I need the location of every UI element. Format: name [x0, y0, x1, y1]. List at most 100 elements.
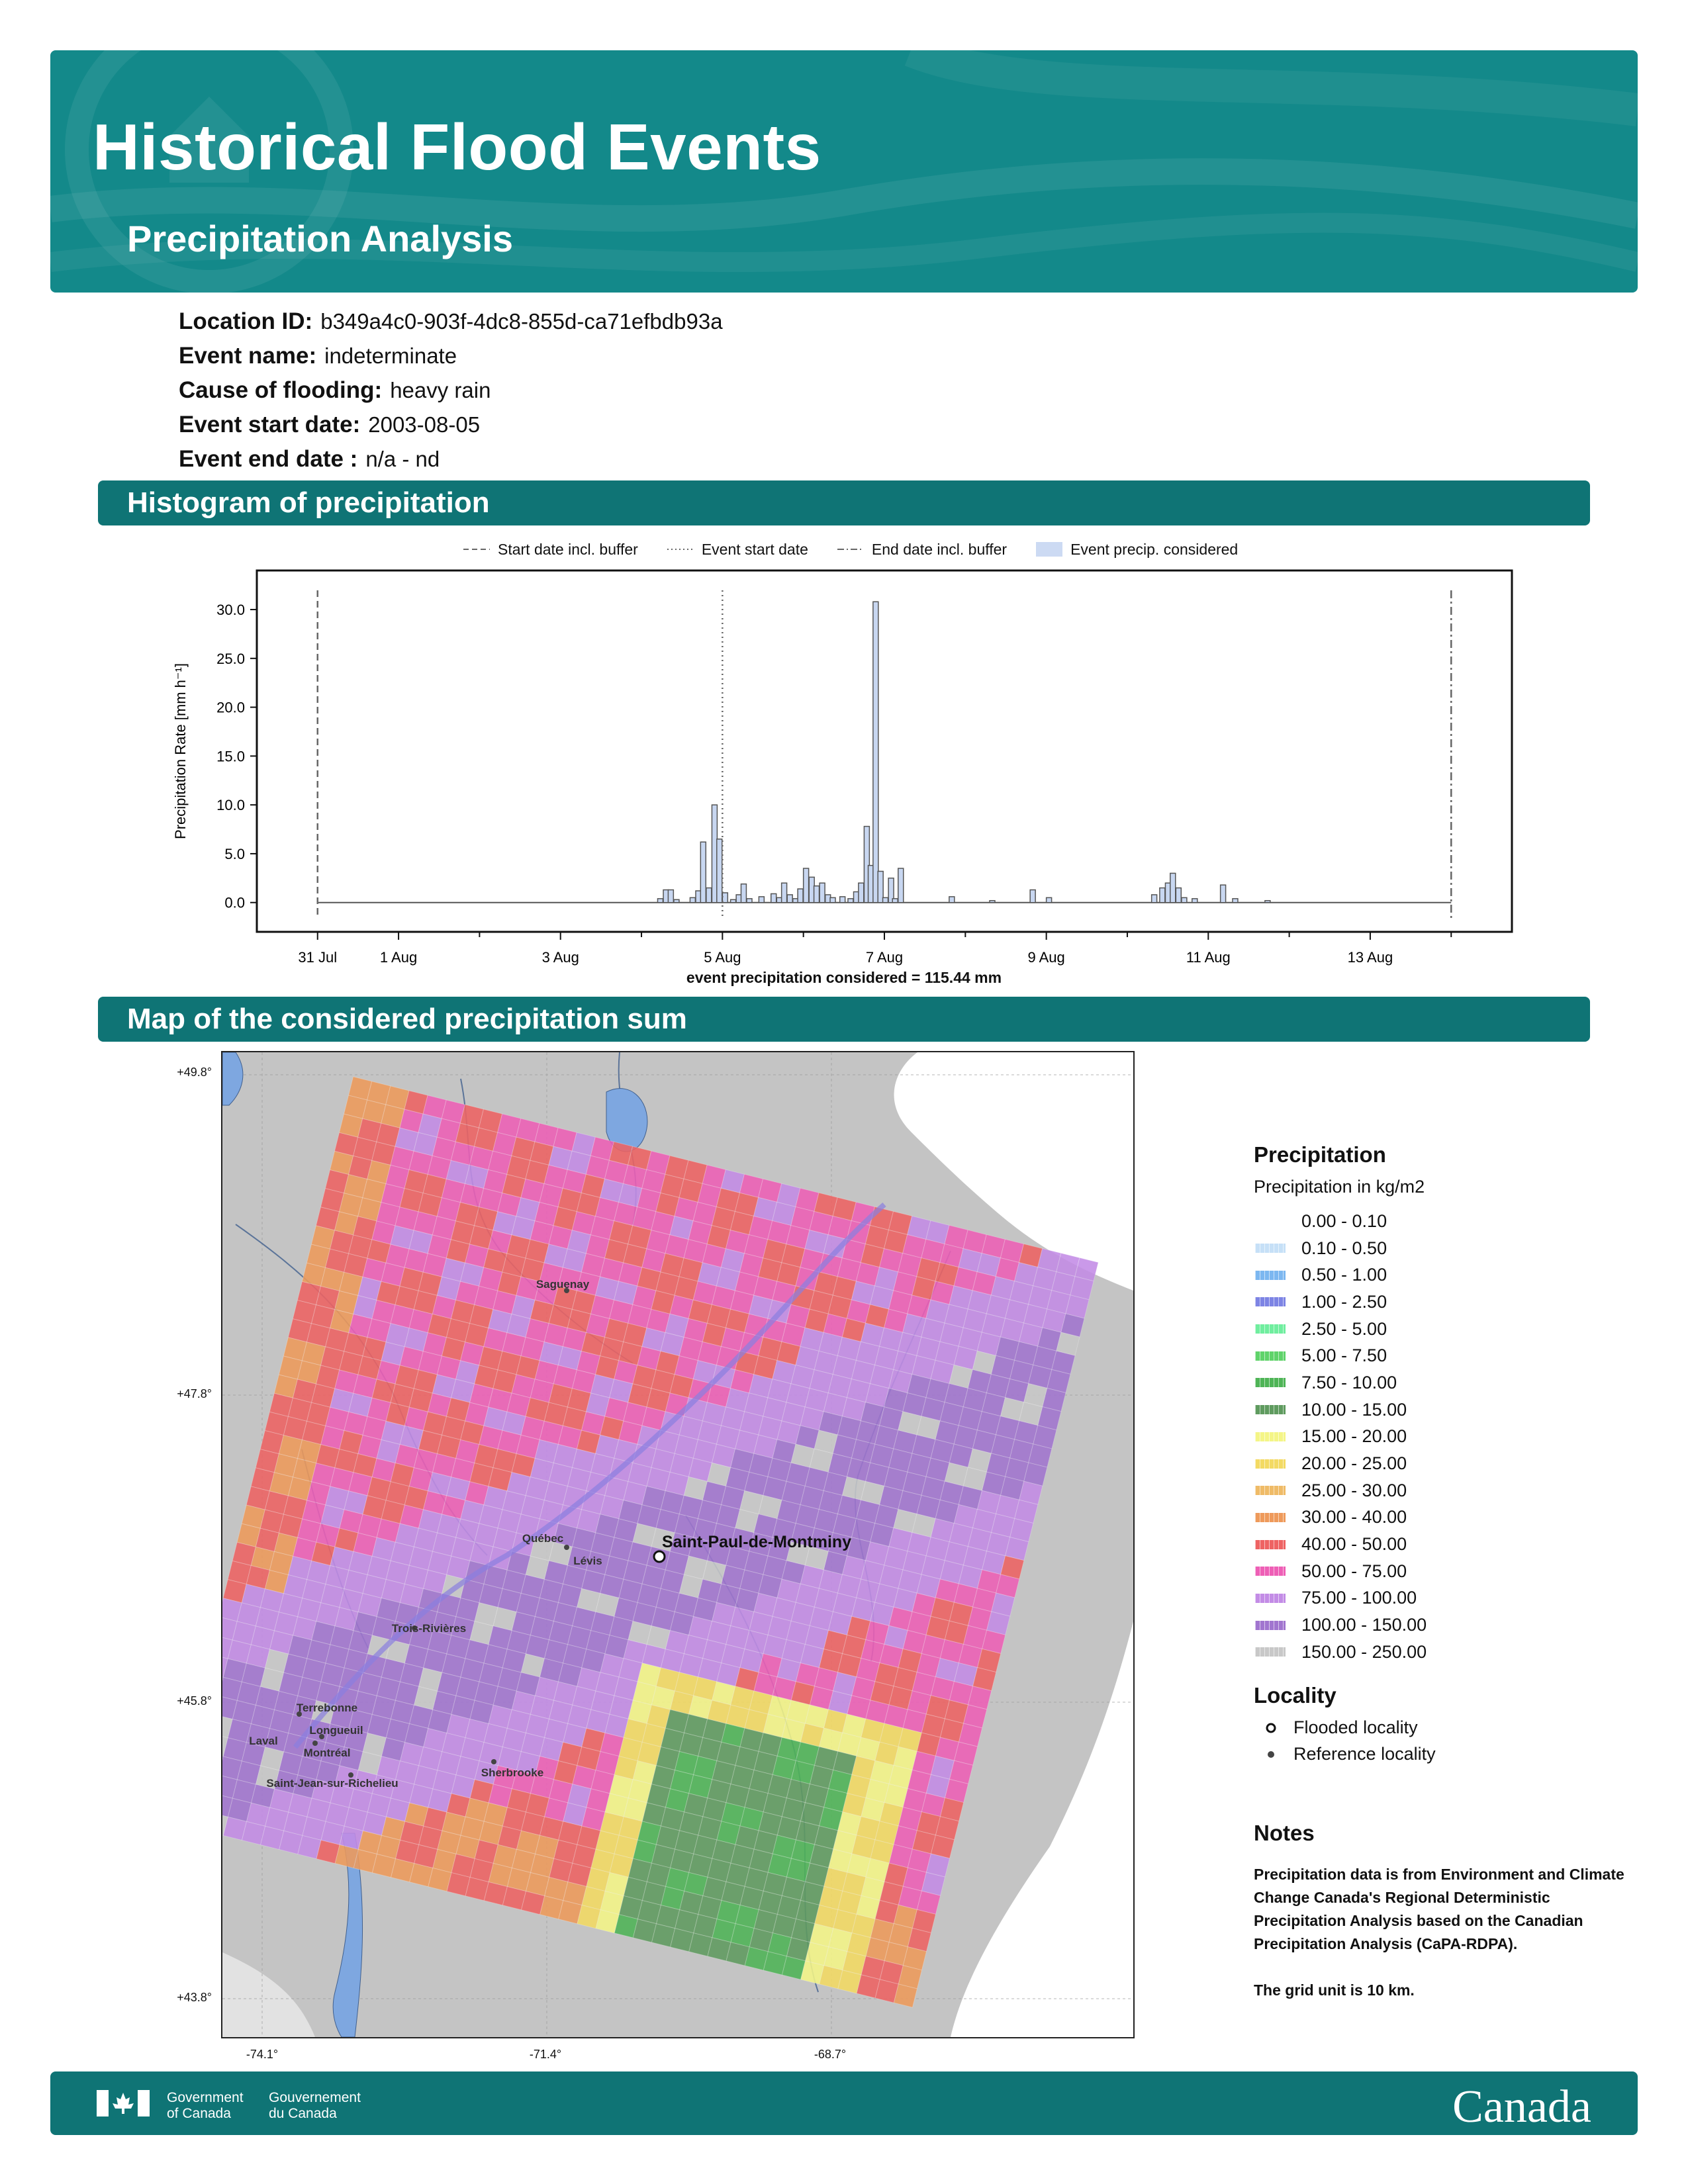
- city-label: Montréal: [304, 1747, 351, 1759]
- y-tick-label: 20.0: [216, 700, 245, 716]
- histogram-bar: [758, 896, 765, 903]
- area-swatch-icon: [1036, 542, 1063, 557]
- lon-label: -68.7°: [814, 2048, 847, 2061]
- y-tick-label: 5.0: [224, 846, 245, 862]
- histogram-bar: [1159, 887, 1166, 903]
- city-label: Saint-Jean-sur-Richelieu: [266, 1777, 398, 1790]
- x-tick-label: 9 Aug: [1028, 949, 1065, 966]
- legend-end-buffer: End date incl. buffer: [837, 541, 1007, 559]
- legend-reference-locality: Reference locality: [1254, 1741, 1624, 1768]
- precip-legend-item: 7.50 - 10.00: [1254, 1369, 1624, 1396]
- histogram-bar: [770, 893, 777, 903]
- histogram-bar: [839, 896, 846, 903]
- plot-frame: [256, 569, 1513, 933]
- precip-legend-item: 10.00 - 15.00: [1254, 1396, 1624, 1424]
- city-label: Longueuil: [309, 1724, 363, 1737]
- color-swatch: [1255, 1459, 1286, 1469]
- histogram-bar: [780, 882, 788, 903]
- histogram-bar: [847, 898, 854, 903]
- lat-label: +45.8°: [177, 1694, 212, 1707]
- y-tick-label: 10.0: [216, 797, 245, 813]
- chart-legend: Start date incl. buffer Event start date…: [463, 536, 1238, 563]
- y-tick-label: 25.0: [216, 651, 245, 667]
- map-legend: Precipitation Precipitation in kg/m2 0.0…: [1254, 1142, 1624, 2002]
- city-label: Laval: [249, 1735, 277, 1747]
- histogram-bar: [786, 894, 793, 903]
- info-end-date: Event end date : n/a - nd: [179, 446, 440, 472]
- lon-label: -71.4°: [529, 2048, 562, 2061]
- city-label: Québec: [522, 1532, 563, 1545]
- color-swatch: [1255, 1351, 1286, 1361]
- color-swatch: [1255, 1432, 1286, 1441]
- histogram-bar: [813, 885, 820, 903]
- color-swatch: [1255, 1620, 1286, 1630]
- gov-en: Government of Canada: [167, 2090, 244, 2121]
- color-swatch: [1255, 1567, 1286, 1576]
- precip-legend-item: 100.00 - 150.00: [1254, 1612, 1624, 1639]
- notes-title: Notes: [1254, 1820, 1315, 1845]
- page-title: Historical Flood Events: [93, 111, 821, 183]
- color-swatch: [1255, 1539, 1286, 1549]
- precip-legend-item: 40.00 - 50.00: [1254, 1531, 1624, 1558]
- dashed-line-icon: [463, 549, 490, 550]
- section-map: Map of the considered precipitation sum: [98, 997, 1590, 1042]
- x-tick-label: 13 Aug: [1348, 949, 1393, 966]
- histogram-bar: [802, 868, 810, 903]
- city-label: Saguenay: [536, 1278, 590, 1291]
- lat-label: +49.8°: [177, 1066, 212, 1079]
- info-event-name: Event name: indeterminate: [179, 343, 457, 369]
- histogram-bar: [667, 889, 675, 903]
- histogram-bar: [1175, 887, 1182, 903]
- locality-title: Locality: [1254, 1682, 1336, 1707]
- info-cause: Cause of flooding: heavy rain: [179, 377, 491, 403]
- x-axis-label: event precipitation considered = 115.44 …: [686, 969, 1002, 986]
- notes-grid: The grid unit is 10 km.: [1254, 1981, 1415, 1999]
- lon-label: -74.1°: [246, 2048, 279, 2061]
- y-tick-label: 15.0: [216, 748, 245, 764]
- canada-wordmark: Canada: [1452, 2081, 1591, 2132]
- histogram-bar: [706, 887, 712, 903]
- color-swatch: [1255, 1512, 1286, 1522]
- histogram-bar: [892, 898, 898, 903]
- color-swatch: [1255, 1216, 1286, 1226]
- color-swatch: [1255, 1378, 1286, 1388]
- precipitation-map[interactable]: Saguenay Québec Lévis Trois-Rivières She…: [221, 1051, 1135, 2038]
- open-circle-icon: [1266, 1723, 1276, 1733]
- color-swatch: [1255, 1593, 1286, 1603]
- histogram-bar: [700, 841, 707, 903]
- precip-legend-item: 30.00 - 40.00: [1254, 1504, 1624, 1531]
- canada-flag-icon: [97, 2090, 150, 2116]
- histogram-bar: [1219, 884, 1227, 903]
- page-subtitle: Precipitation Analysis: [127, 218, 513, 259]
- x-tick-label: 3 Aug: [542, 949, 579, 966]
- flooded-locality-marker[interactable]: [653, 1550, 666, 1563]
- x-tick-label: 1 Aug: [380, 949, 417, 966]
- x-tick-label: 5 Aug: [704, 949, 741, 966]
- histogram-bar: [989, 900, 996, 903]
- city-label: Lévis: [573, 1555, 602, 1567]
- histogram-bar: [673, 899, 680, 903]
- color-swatch: [1255, 1297, 1286, 1307]
- histogram-bar: [729, 899, 737, 903]
- precip-legend-item: 2.50 - 5.00: [1254, 1316, 1624, 1343]
- histogram-bar: [872, 601, 879, 903]
- city-label: Terrebonne: [297, 1702, 357, 1714]
- histogram-bar: [689, 897, 696, 903]
- legend-flooded-locality: Flooded locality: [1254, 1715, 1624, 1741]
- precip-legend-item: 0.00 - 0.10: [1254, 1208, 1624, 1235]
- precip-legend-item: 50.00 - 75.00: [1254, 1558, 1624, 1585]
- filled-dot-icon: [1268, 1751, 1274, 1758]
- lat-label: +47.8°: [177, 1387, 212, 1400]
- y-axis-label: Precipitation Rate [mm h⁻¹]: [172, 663, 189, 839]
- legend-event-precip: Event precip. considered: [1036, 541, 1238, 559]
- histogram-bar: [1181, 897, 1188, 903]
- histogram-bar: [1192, 898, 1198, 903]
- footer: Government of Canada Gouvernement du Canad…: [50, 2071, 1638, 2135]
- histogram-bar: [1150, 894, 1158, 903]
- histogram-bar: [1029, 889, 1036, 903]
- histogram-bar: [1264, 900, 1271, 903]
- notes-text: Precipitation data is from Environment a…: [1254, 1865, 1624, 1952]
- histogram-bar: [740, 883, 747, 903]
- precipitation-grid: [222, 1076, 1099, 2008]
- precip-legend-item: 20.00 - 25.00: [1254, 1450, 1624, 1477]
